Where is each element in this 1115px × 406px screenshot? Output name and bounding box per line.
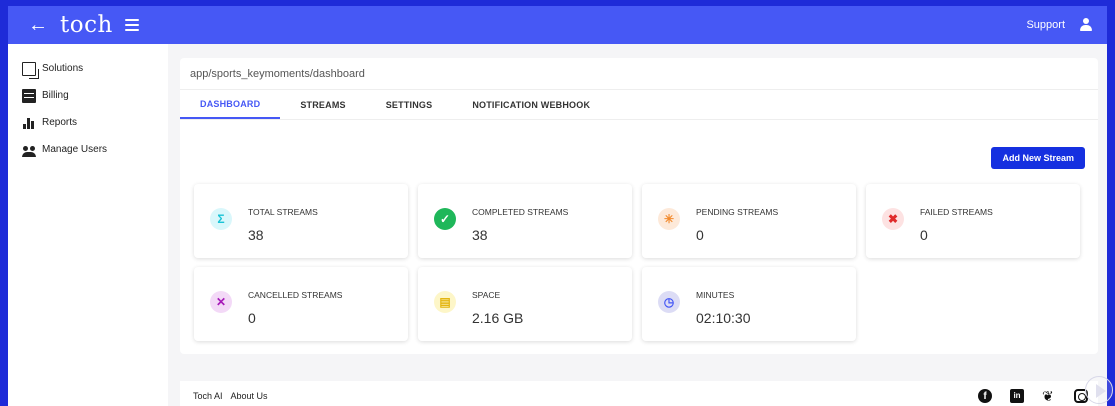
stat-value: 2.16 GB <box>472 310 524 326</box>
stat-label: TOTAL STREAMS <box>248 207 318 217</box>
stat-card-pending-streams: ✳ PENDING STREAMS 0 <box>642 184 856 258</box>
support-link[interactable]: Support <box>1026 19 1065 31</box>
stat-label: MINUTES <box>696 290 735 300</box>
footer-link-toch-ai[interactable]: Toch AI <box>193 391 223 401</box>
stat-label: COMPLETED STREAMS <box>472 207 569 217</box>
sidebar-item-billing[interactable]: Billing <box>8 82 168 109</box>
sidebar: Solutions Billing Reports Manage Users <box>8 44 168 406</box>
main-content: app/sports_keymoments/dashboard DASHBOAR… <box>180 58 1098 354</box>
stat-value: 0 <box>696 227 704 243</box>
tab-streams[interactable]: STREAMS <box>280 90 365 119</box>
app-window: ← toch Support Solutions Billing Reports <box>8 6 1107 406</box>
tab-dashboard[interactable]: DASHBOARD <box>180 90 281 119</box>
tab-settings[interactable]: SETTINGS <box>366 90 453 119</box>
stat-label: PENDING STREAMS <box>696 207 779 217</box>
stat-card-completed-streams: ✓ COMPLETED STREAMS 38 <box>418 184 632 258</box>
actions-row: Add New Stream <box>180 120 1098 170</box>
footer: Toch AI About Us f in ❦ <box>180 381 1098 406</box>
play-icon[interactable] <box>1085 376 1113 404</box>
footer-link-about-us[interactable]: About Us <box>231 391 268 401</box>
stat-label: FAILED STREAMS <box>920 207 993 217</box>
stat-value: 0 <box>248 310 256 326</box>
add-new-stream-button[interactable]: Add New Stream <box>991 147 1085 169</box>
cancel-icon: ✕ <box>210 291 232 313</box>
tab-notification-webhook[interactable]: NOTIFICATION WEBHOOK <box>452 90 610 119</box>
dashboard-panel: app/sports_keymoments/dashboard DASHBOAR… <box>180 58 1098 354</box>
clock-icon: ◷ <box>658 291 680 313</box>
check-circle-icon: ✓ <box>434 208 456 230</box>
hamburger-icon[interactable] <box>124 19 139 31</box>
sidebar-item-label: Solutions <box>42 63 84 74</box>
twitter-icon[interactable]: ❦ <box>1042 389 1056 403</box>
breadcrumb: app/sports_keymoments/dashboard <box>180 58 1098 90</box>
stat-value: 38 <box>248 227 264 243</box>
sidebar-item-label: Manage Users <box>42 144 108 155</box>
sidebar-item-manage-users[interactable]: Manage Users <box>8 136 168 163</box>
sidebar-item-label: Reports <box>42 117 78 128</box>
topbar-actions: Support <box>1026 18 1093 32</box>
stat-value: 0 <box>920 227 928 243</box>
storage-icon: ▤ <box>434 291 456 313</box>
failed-icon: ✖ <box>882 208 904 230</box>
loading-icon: ✳ <box>658 208 680 230</box>
reports-icon <box>22 116 36 130</box>
social-links: f in ❦ <box>960 389 1088 403</box>
stat-card-total-streams: Σ TOTAL STREAMS 38 <box>194 184 408 258</box>
sigma-icon: Σ <box>210 208 232 230</box>
users-icon <box>22 143 36 157</box>
stat-card-minutes: ◷ MINUTES 02:10:30 <box>642 267 856 341</box>
stat-value: 02:10:30 <box>696 310 751 326</box>
solutions-icon <box>22 61 39 79</box>
tab-bar: DASHBOARD STREAMS SETTINGS NOTIFICATION … <box>180 90 1098 120</box>
brand-logo[interactable]: toch <box>60 12 113 38</box>
stats-grid: Σ TOTAL STREAMS 38 ✓ COMPLETED STREAMS 3… <box>180 170 1098 350</box>
facebook-icon[interactable]: f <box>978 389 992 403</box>
stat-card-space: ▤ SPACE 2.16 GB <box>418 267 632 341</box>
stat-card-cancelled-streams: ✕ CANCELLED STREAMS 0 <box>194 267 408 341</box>
sidebar-item-reports[interactable]: Reports <box>8 109 168 136</box>
billing-icon <box>22 88 36 103</box>
stat-label: SPACE <box>472 290 501 300</box>
linkedin-icon[interactable]: in <box>1010 389 1024 403</box>
sidebar-item-label: Billing <box>42 90 69 101</box>
top-bar: ← toch Support <box>8 6 1107 44</box>
user-icon[interactable] <box>1079 18 1093 32</box>
sidebar-item-solutions[interactable]: Solutions <box>8 55 168 82</box>
stat-value: 38 <box>472 227 488 243</box>
stat-label: CANCELLED STREAMS <box>248 290 343 300</box>
stat-card-failed-streams: ✖ FAILED STREAMS 0 <box>866 184 1080 258</box>
arrow-left-icon[interactable]: ← <box>28 14 52 37</box>
